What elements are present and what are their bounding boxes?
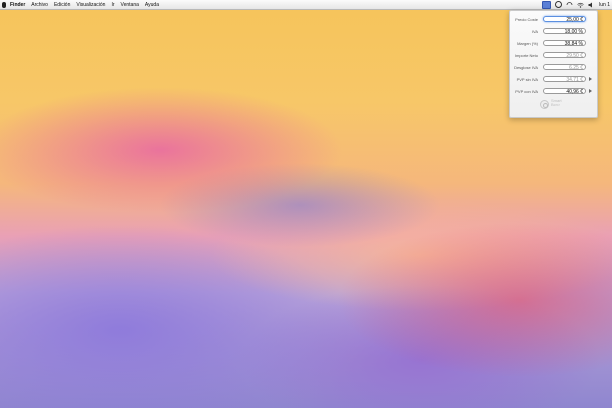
menu-visualizacion[interactable]: Visualización [76, 2, 105, 8]
row-desglose-iva: Desglose IVA 6,25 € [510, 63, 597, 72]
status-area: lun 1 [538, 0, 610, 9]
menu-bar: Finder Archivo Edición Visualización Ir … [0, 0, 612, 10]
menu-archivo[interactable]: Archivo [31, 2, 48, 8]
volume-icon[interactable] [588, 2, 595, 8]
row-margen: Margen (%) 38,84 % [510, 39, 597, 48]
label-margen: Margen (%) [517, 41, 538, 46]
row-pvp-sin-iva: PVP sin IVA 34,71 € [510, 75, 597, 84]
desglose-iva-field: 6,25 € [543, 64, 586, 71]
label-pvp-con-iva: PVP con IVA [515, 89, 538, 94]
row-iva: IVA 18,00 % [510, 27, 597, 36]
precio-coste-field[interactable]: 25,00 € [543, 16, 586, 23]
pvp-con-iva-field[interactable]: 40,96 € [543, 88, 586, 95]
label-desglose-iva: Desglose IVA [514, 65, 538, 70]
margen-field[interactable]: 38,84 % [543, 40, 586, 47]
menu-ayuda[interactable]: Ayuda [145, 2, 159, 8]
arrow-right-icon[interactable] [589, 77, 592, 81]
sync-icon[interactable] [566, 1, 573, 8]
importe-neto-field: 29,50 € [543, 52, 586, 59]
label-iva: IVA [531, 29, 538, 34]
wifi-icon[interactable] [577, 2, 584, 8]
smartbcn-logo: Smart Bcn> [540, 99, 570, 111]
iva-field[interactable]: 18,00 % [543, 28, 586, 35]
widget-icon[interactable] [542, 0, 552, 9]
clock-icon[interactable] [555, 1, 563, 8]
logo-text: Smart Bcn> [551, 99, 562, 107]
menu-ventana[interactable]: Ventana [121, 2, 139, 8]
apple-icon[interactable] [2, 1, 6, 8]
row-pvp-con-iva: PVP con IVA 40,96 € [510, 87, 597, 96]
row-importe-neto: Importe Neto 29,50 € [510, 51, 597, 60]
clock-text[interactable]: lun 1 [599, 2, 610, 8]
logo-line-2: Bcn> [551, 102, 561, 107]
logo-mark-icon [540, 100, 549, 109]
label-importe-neto: Importe Neto [514, 53, 538, 58]
menu-finder[interactable]: Finder [10, 2, 25, 8]
arrow-right-icon[interactable] [589, 89, 592, 93]
menu-ir[interactable]: Ir [111, 2, 114, 8]
pvp-sin-iva-field: 34,71 € [543, 76, 586, 83]
label-pvp-sin-iva: PVP sin IVA [516, 77, 538, 82]
label-precio-coste: Precio Coste [515, 17, 538, 22]
menu-edicion[interactable]: Edición [54, 2, 70, 8]
row-precio-coste: Precio Coste 25,00 € [510, 15, 597, 24]
